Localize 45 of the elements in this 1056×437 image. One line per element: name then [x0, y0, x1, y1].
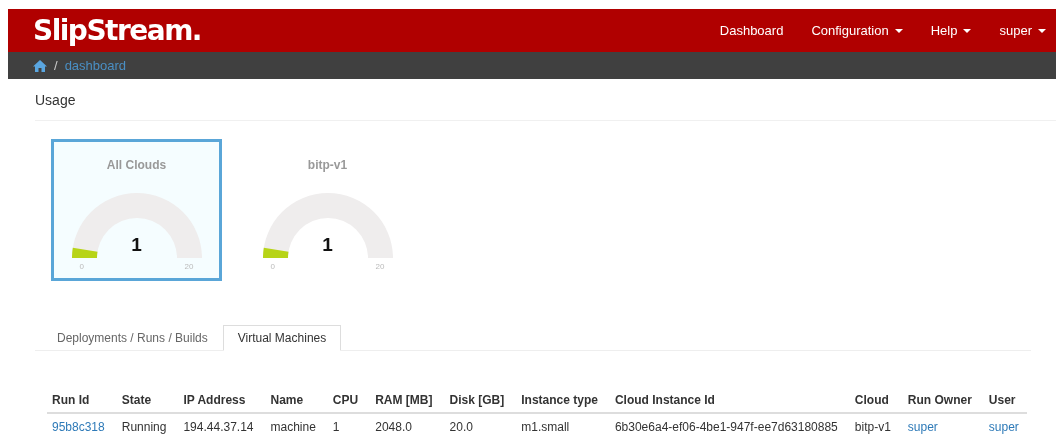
section-title: Usage [35, 92, 77, 108]
brand-logo[interactable]: SlipStream. [33, 14, 201, 47]
table-cell: 20.0 [449, 420, 473, 434]
table-cell: 1 [332, 420, 340, 434]
home-icon[interactable] [33, 59, 47, 72]
table-link[interactable]: super [988, 420, 1019, 434]
column-header: State [112, 387, 175, 413]
column-header: CPU [323, 387, 367, 413]
gauge-value: 1 [322, 234, 333, 256]
column-header: Cloud Instance Id [605, 387, 846, 413]
column-header: RAM [MB] [366, 387, 441, 413]
table-cell: m1.small [521, 420, 570, 434]
column-header: Run Owner [898, 387, 980, 413]
table-link[interactable]: 95b8c318 [52, 420, 105, 434]
table-cell: 194.44.37.14 [183, 420, 254, 434]
caret-icon [963, 28, 972, 33]
nav-link[interactable]: Configuration [811, 23, 903, 38]
column-header: Run Id [47, 387, 113, 413]
tab[interactable]: Deployments / Runs / Builds [42, 325, 223, 351]
gauge-value: 1 [131, 234, 142, 256]
gauge-max: 20 [375, 262, 385, 271]
table-link[interactable]: super [907, 420, 938, 434]
column-header: IP Address [174, 387, 262, 413]
column-header: Name [261, 387, 324, 413]
nav-link[interactable]: Help [930, 23, 972, 38]
tab[interactable]: Virtual Machines [222, 325, 342, 351]
column-header: Instance type [512, 387, 606, 413]
breadcrumb-separator: / [54, 58, 58, 73]
gauge-title: bitp-v1 [307, 158, 348, 172]
table-cell: 2048.0 [375, 420, 412, 434]
table-cell: Running [121, 420, 167, 434]
column-header: User [979, 387, 1027, 413]
column-header: Disk [GB] [440, 387, 513, 413]
gauge-fill [262, 247, 288, 258]
caret-icon [1038, 28, 1046, 33]
gauge-title: All Clouds [106, 158, 167, 172]
column-header: Cloud [845, 387, 899, 413]
gauge-fill [71, 247, 97, 258]
caret-icon [894, 28, 903, 33]
nav-link[interactable]: super [999, 23, 1046, 38]
nav-link[interactable]: Dashboard [719, 23, 784, 38]
gauge-max: 20 [184, 262, 194, 271]
table-cell: 6b30e6a4-ef06-4be1-947f-ee7d63180885 [614, 420, 838, 434]
table-cell: machine [270, 420, 316, 434]
table-cell: bitp-v1 [854, 420, 891, 434]
